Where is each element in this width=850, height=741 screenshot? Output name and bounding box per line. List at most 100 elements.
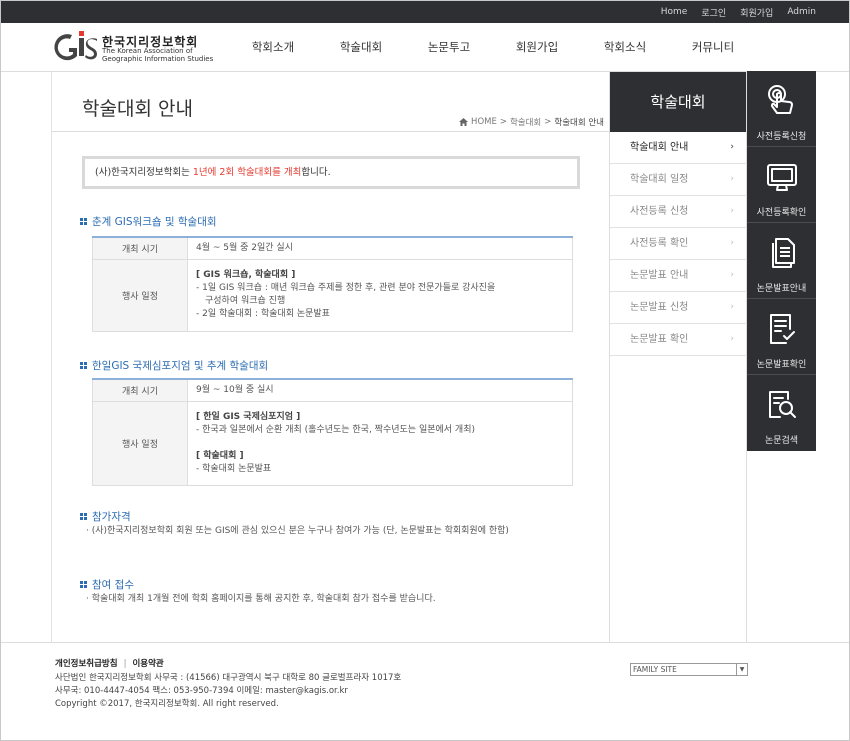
breadcrumb-current: 학술대회 안내 xyxy=(554,118,604,128)
chevron-right-icon: › xyxy=(730,270,734,280)
table-header-cell: 행사 일정 xyxy=(92,259,188,332)
login-link[interactable]: 로그인 xyxy=(694,6,733,19)
sub-menu-title: 학술대회 xyxy=(610,72,746,132)
sub-menu-item-label: 논문발표 신청 xyxy=(630,302,689,313)
quick-presentation-info[interactable]: 논문발표안내 xyxy=(747,223,816,299)
cell-line: - 한국과 일본에서 순환 개최 (홀수년도는 한국, 짝수년도는 일본에서 개… xyxy=(196,424,476,435)
site-logo[interactable]: 한국지리정보학회 The Korean Association of Geogr… xyxy=(53,29,213,69)
table-row: 개최 시기 4월 ~ 5월 중 2일간 실시 xyxy=(92,237,573,260)
table-cell: 4월 ~ 5월 중 2일간 실시 xyxy=(187,237,573,260)
sub-menu-item-conference-schedule[interactable]: 학술대회 일정 › xyxy=(610,164,746,196)
sub-menu-item-label: 논문발표 안내 xyxy=(630,270,689,281)
site-footer: 개인정보취급방침 | 이용약관 사단법인 한국지리정보학회 사무국 : (41566… xyxy=(1,642,849,740)
breadcrumb: HOME > 학술대회 > 학술대회 안내 xyxy=(459,116,604,128)
breadcrumb-conference[interactable]: 학술대회 xyxy=(510,116,541,128)
table-row: 행사 일정 [ 한일 GIS 국제심포지엄 ] - 한국과 일본에서 순환 개최… xyxy=(92,401,573,486)
nav-item-paper-submission[interactable]: 논문투고 xyxy=(405,23,493,72)
footer-address: 사단법인 한국지리정보학회 사무국 : (41566) 대구광역시 북구 대학로… xyxy=(55,673,402,683)
section-heading-spring: 춘계 GIS워크숍 및 학술대회 xyxy=(80,214,217,229)
quick-label: 논문발표안내 xyxy=(756,284,807,294)
registration-text: · 학술대회 개최 1개월 전에 학회 홈페이지를 통해 공지한 후, 학술대회… xyxy=(86,594,436,604)
nav-item-membership[interactable]: 회원가입 xyxy=(493,23,581,72)
breadcrumb-separator: > xyxy=(499,117,507,127)
nav-item-community[interactable]: 커뮤니티 xyxy=(669,23,757,72)
sub-menu-item-presentation-info[interactable]: 논문발표 안내 › xyxy=(610,260,746,292)
sub-menu-item-preregistration-apply[interactable]: 사전등록 신청 › xyxy=(610,196,746,228)
sub-menu-item-label: 학술대회 안내 xyxy=(630,142,689,153)
cell-heading: [ 학술대회 ] xyxy=(196,450,244,461)
autumn-schedule-table: 개최 시기 9월 ~ 10월 중 실시 행사 일정 [ 한일 GIS 국제심포지… xyxy=(92,378,573,486)
cell-line: - 2일 학술대회 : 학술대회 논문발표 xyxy=(196,309,330,319)
cell-heading: [ GIS 워크숍, 학술대회 ] xyxy=(196,270,296,280)
sub-menu-item-presentation-check[interactable]: 논문발표 확인 › xyxy=(610,324,746,356)
quick-preregistration-apply[interactable]: 사전등록신청 xyxy=(747,71,816,147)
chevron-down-icon: ▼ xyxy=(736,664,747,675)
nav-item-about[interactable]: 학회소개 xyxy=(229,23,317,72)
cell-line: - 학술대회 논문발표 xyxy=(196,463,272,474)
bullet-icon xyxy=(80,581,87,588)
quick-label: 사전등록확인 xyxy=(756,208,807,218)
sub-menu-item-label: 사전등록 신청 xyxy=(630,206,689,217)
table-header-cell: 개최 시기 xyxy=(92,379,188,402)
chevron-right-icon: › xyxy=(730,302,734,312)
bullet-icon xyxy=(80,513,87,520)
admin-link[interactable]: Admin xyxy=(780,7,823,17)
section-title: 참여 접수 xyxy=(92,579,134,591)
notice-text-pre: (사)한국지리정보학회는 xyxy=(95,167,193,178)
section-heading-registration: 참여 접수 xyxy=(80,577,134,592)
table-cell: 9월 ~ 10월 중 실시 xyxy=(187,379,573,402)
quick-label: 논문발표확인 xyxy=(756,360,807,370)
eligibility-text: · (사)한국지리정보학회 회원 또는 GIS에 관심 있으신 분은 누구나 참… xyxy=(86,526,509,536)
table-header-cell: 행사 일정 xyxy=(92,401,188,486)
section-title: 춘계 GIS워크숍 및 학술대회 xyxy=(92,216,217,228)
family-site-select[interactable]: FAMILY SITE ▼ xyxy=(630,663,748,676)
table-header-cell: 개최 시기 xyxy=(92,237,188,260)
cell-line: - 1일 GIS 워크숍 : 매년 워크숍 주제를 정한 후, 관련 분야 전문… xyxy=(196,283,496,293)
sub-menu-item-preregistration-check[interactable]: 사전등록 확인 › xyxy=(610,228,746,260)
page-frame: Home 로그인 회원가입 Admin 한국지리정보학회 The Korean … xyxy=(0,0,850,741)
breadcrumb-home[interactable]: HOME xyxy=(471,117,497,127)
section-title: 한일GIS 국제심포지엄 및 추계 학술대회 xyxy=(92,360,269,372)
hand-touch-icon xyxy=(768,85,793,114)
sub-menu-item-label: 학술대회 일정 xyxy=(630,174,689,185)
logo-name-english: The Korean Association of Geographic Inf… xyxy=(102,47,213,63)
table-row: 행사 일정 [ GIS 워크숍, 학술대회 ] - 1일 GIS 워크숍 : 매… xyxy=(92,259,573,332)
quick-label: 사전등록신청 xyxy=(756,132,807,142)
quick-label: 논문검색 xyxy=(764,436,799,446)
main-content: 학술대회 안내 HOME > 학술대회 > 학술대회 안내 (사)한국지리정보학… xyxy=(51,72,610,642)
sub-menu-item-conference-info[interactable]: 학술대회 안내 › xyxy=(610,132,746,164)
terms-link[interactable]: 이용약관 xyxy=(132,659,163,669)
logo-name-english-line2: Geographic Information Studies xyxy=(102,55,214,63)
site-header: 한국지리정보학회 The Korean Association of Geogr… xyxy=(1,23,849,72)
notice-text-post: 합니다. xyxy=(301,167,331,178)
chevron-right-icon: › xyxy=(730,334,734,344)
table-cell: [ 한일 GIS 국제심포지엄 ] - 한국과 일본에서 순환 개최 (홀수년도… xyxy=(187,401,573,486)
chevron-right-icon: › xyxy=(730,206,734,216)
gis-logo-mark-icon xyxy=(54,31,97,61)
family-site-value: FAMILY SITE xyxy=(633,665,677,674)
chevron-right-icon: › xyxy=(730,238,734,248)
main-navigation: 학회소개 학술대회 논문투고 회원가입 학회소식 커뮤니티 xyxy=(229,23,757,72)
privacy-policy-link[interactable]: 개인정보취급방침 xyxy=(55,659,118,669)
chevron-right-icon: › xyxy=(730,142,734,152)
table-cell: [ GIS 워크숍, 학술대회 ] - 1일 GIS 워크숍 : 매년 워크숍 … xyxy=(187,259,573,332)
home-link[interactable]: Home xyxy=(654,7,695,17)
table-row: 개최 시기 9월 ~ 10월 중 실시 xyxy=(92,379,573,402)
logo-name-english-line1: The Korean Association of xyxy=(102,47,193,55)
quick-presentation-check[interactable]: 논문발표확인 xyxy=(747,299,816,375)
footer-links: 개인정보취급방침 | 이용약관 xyxy=(55,657,164,669)
sub-menu-item-presentation-apply[interactable]: 논문발표 신청 › xyxy=(610,292,746,324)
page-title-bar: 학술대회 안내 HOME > 학술대회 > 학술대회 안내 xyxy=(52,72,610,132)
section-title: 참가자격 xyxy=(92,511,131,523)
notice-text-highlight: 1년에 2회 학술대회를 개최 xyxy=(192,167,302,178)
bullet-icon xyxy=(80,218,87,225)
footer-copyright: Copyright ©2017, 한국지리정보학회. All right res… xyxy=(55,699,279,709)
nav-item-news[interactable]: 학회소식 xyxy=(581,23,669,72)
quick-paper-search[interactable]: 논문검색 xyxy=(747,375,816,451)
nav-item-conference[interactable]: 학술대회 xyxy=(317,23,405,72)
cell-line: 구성하여 워크숍 진행 xyxy=(205,296,286,306)
signup-link[interactable]: 회원가입 xyxy=(733,6,780,19)
quick-preregistration-check[interactable]: 사전등록확인 xyxy=(747,147,816,223)
spring-schedule-table: 개최 시기 4월 ~ 5월 중 2일간 실시 행사 일정 [ GIS 워크숍, … xyxy=(92,236,573,332)
breadcrumb-separator: > xyxy=(544,117,552,127)
